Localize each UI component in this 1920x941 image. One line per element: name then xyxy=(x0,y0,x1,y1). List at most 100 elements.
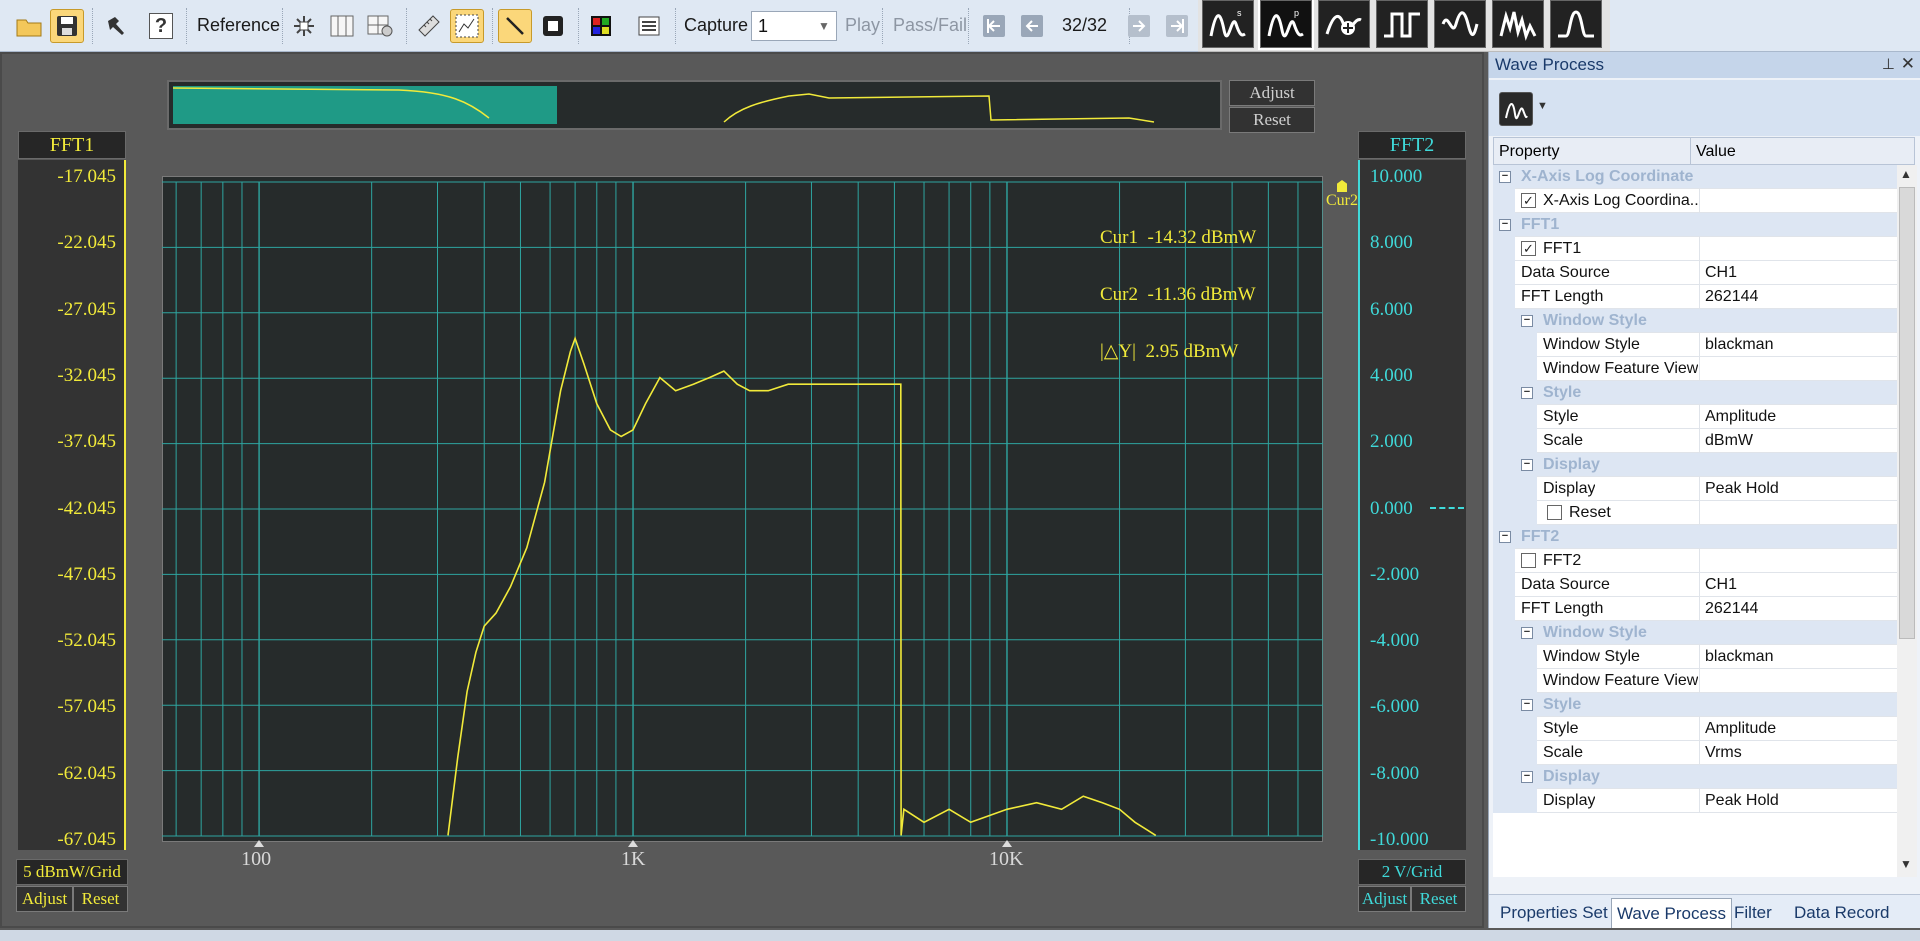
collapse-icon[interactable]: − xyxy=(1499,219,1511,231)
property-row[interactable]: Display Peak Hold xyxy=(1493,477,1897,501)
checkbox[interactable] xyxy=(1547,505,1562,520)
property-row[interactable]: Data Source CH1 xyxy=(1493,261,1897,285)
collapse-icon[interactable]: − xyxy=(1521,387,1533,399)
fft2-adjust-button[interactable]: Adjust xyxy=(1358,886,1411,912)
property-category-row[interactable]: − FFT1 xyxy=(1493,213,1897,237)
property-grid-scrollbar[interactable]: ▲ ▼ xyxy=(1897,165,1917,877)
split-view-button[interactable] xyxy=(325,9,359,43)
property-row[interactable]: Reset xyxy=(1493,501,1897,525)
auto-button[interactable] xyxy=(287,9,321,43)
property-category-row[interactable]: − Display xyxy=(1493,765,1897,789)
panel-tab-data-record[interactable]: Data Record xyxy=(1789,901,1894,925)
collapse-icon[interactable]: − xyxy=(1521,459,1533,471)
property-category-row[interactable]: − Display xyxy=(1493,453,1897,477)
property-row[interactable]: Data Source CH1 xyxy=(1493,573,1897,597)
line-cursor-button[interactable] xyxy=(498,9,532,43)
property-value[interactable]: blackman xyxy=(1705,336,1773,354)
capture-dropdown[interactable]: ▼ xyxy=(812,12,836,40)
color-button[interactable] xyxy=(584,9,618,43)
cursor2-marker[interactable]: Cur2 xyxy=(1326,180,1358,210)
panel-tab-properties-set[interactable]: Properties Set xyxy=(1495,901,1613,925)
prev-frame-button[interactable] xyxy=(1015,9,1049,43)
property-row[interactable]: Window Style blackman xyxy=(1493,333,1897,357)
property-value[interactable]: 262144 xyxy=(1705,288,1758,306)
panel-tab-wave-process[interactable]: Wave Process xyxy=(1611,898,1732,928)
wave-tab-3[interactable] xyxy=(1318,0,1370,48)
fft2-reset-button[interactable]: Reset xyxy=(1411,886,1466,912)
play-button[interactable]: Play xyxy=(845,15,880,36)
overview-adjust-button[interactable]: Adjust xyxy=(1229,80,1315,106)
property-row[interactable]: Scale Vrms xyxy=(1493,741,1897,765)
print-button[interactable] xyxy=(632,9,666,43)
chevron-down-icon[interactable]: ▼ xyxy=(1537,100,1548,112)
help-button[interactable]: ? xyxy=(144,9,178,43)
property-value[interactable]: dBmW xyxy=(1705,432,1753,450)
checkbox[interactable]: ✓ xyxy=(1521,241,1536,256)
next-frame-button[interactable] xyxy=(1122,9,1156,43)
wave-tab-6[interactable] xyxy=(1492,0,1544,48)
save-button[interactable] xyxy=(50,9,84,43)
close-icon[interactable]: ✕ xyxy=(1901,54,1915,74)
first-frame-button[interactable] xyxy=(977,9,1011,43)
pass-fail-button[interactable]: Pass/Fail xyxy=(893,15,967,36)
wave-tab-2[interactable]: p xyxy=(1258,0,1314,50)
panel-wave-button[interactable] xyxy=(1499,92,1533,126)
property-category-row[interactable]: − Window Style xyxy=(1493,309,1897,333)
scroll-down-icon[interactable]: ▼ xyxy=(1900,857,1912,871)
fft1-reset-button[interactable]: Reset xyxy=(73,886,128,912)
stop-button[interactable] xyxy=(536,9,570,43)
property-value[interactable]: Vrms xyxy=(1705,744,1742,762)
property-value[interactable]: Amplitude xyxy=(1705,720,1776,738)
property-value[interactable]: CH1 xyxy=(1705,576,1737,594)
property-value[interactable]: Peak Hold xyxy=(1705,480,1779,498)
last-frame-button[interactable] xyxy=(1160,9,1194,43)
measure-button[interactable] xyxy=(412,9,446,43)
property-row[interactable]: Style Amplitude xyxy=(1493,717,1897,741)
wave-tab-7[interactable] xyxy=(1550,0,1602,48)
property-row[interactable]: FFT2 xyxy=(1493,549,1897,573)
collapse-icon[interactable]: − xyxy=(1521,315,1533,327)
collapse-icon[interactable]: − xyxy=(1521,771,1533,783)
wave-tab-4[interactable] xyxy=(1376,0,1428,48)
collapse-icon[interactable]: − xyxy=(1521,627,1533,639)
panel-tab-filter[interactable]: Filter xyxy=(1729,901,1777,925)
collapse-icon[interactable]: − xyxy=(1499,171,1511,183)
pin-icon[interactable]: ⊥ xyxy=(1882,55,1895,73)
reference-button[interactable]: Reference xyxy=(197,15,280,36)
overview-strip[interactable] xyxy=(167,80,1222,130)
property-category-row[interactable]: − Style xyxy=(1493,693,1897,717)
wave-tab-5[interactable] xyxy=(1434,0,1486,48)
property-row[interactable]: FFT Length 262144 xyxy=(1493,597,1897,621)
property-category-row[interactable]: − Style xyxy=(1493,381,1897,405)
tool-button[interactable] xyxy=(98,9,132,43)
overview-reset-button[interactable]: Reset xyxy=(1229,107,1315,133)
property-category-row[interactable]: − FFT2 xyxy=(1493,525,1897,549)
property-row[interactable]: ✓ X-Axis Log Coordina... xyxy=(1493,189,1897,213)
property-value[interactable]: Amplitude xyxy=(1705,408,1776,426)
fft1-adjust-button[interactable]: Adjust xyxy=(16,886,73,912)
open-folder-button[interactable] xyxy=(12,9,46,43)
property-row[interactable]: Window Feature View xyxy=(1493,669,1897,693)
property-category-row[interactable]: − X-Axis Log Coordinate xyxy=(1493,165,1897,189)
property-row[interactable]: ✓ FFT1 xyxy=(1493,237,1897,261)
property-row[interactable]: Scale dBmW xyxy=(1493,429,1897,453)
checkbox[interactable]: ✓ xyxy=(1521,193,1536,208)
property-category-row[interactable]: − Window Style xyxy=(1493,621,1897,645)
property-value[interactable]: 262144 xyxy=(1705,600,1758,618)
property-row[interactable]: Style Amplitude xyxy=(1493,405,1897,429)
property-value[interactable]: Peak Hold xyxy=(1705,792,1779,810)
add-view-button[interactable] xyxy=(363,9,397,43)
checkbox[interactable] xyxy=(1521,553,1536,568)
zoom-region-button[interactable] xyxy=(450,9,484,43)
property-value[interactable]: blackman xyxy=(1705,648,1773,666)
scroll-up-icon[interactable]: ▲ xyxy=(1900,167,1912,181)
wave-tab-1[interactable]: s xyxy=(1202,0,1254,48)
property-row[interactable]: Window Feature View xyxy=(1493,357,1897,381)
property-row[interactable]: FFT Length 262144 xyxy=(1493,285,1897,309)
scroll-thumb[interactable] xyxy=(1899,187,1915,639)
property-row[interactable]: Window Style blackman xyxy=(1493,645,1897,669)
property-value[interactable]: CH1 xyxy=(1705,264,1737,282)
collapse-icon[interactable]: − xyxy=(1499,531,1511,543)
property-row[interactable]: Display Peak Hold xyxy=(1493,789,1897,813)
collapse-icon[interactable]: − xyxy=(1521,699,1533,711)
